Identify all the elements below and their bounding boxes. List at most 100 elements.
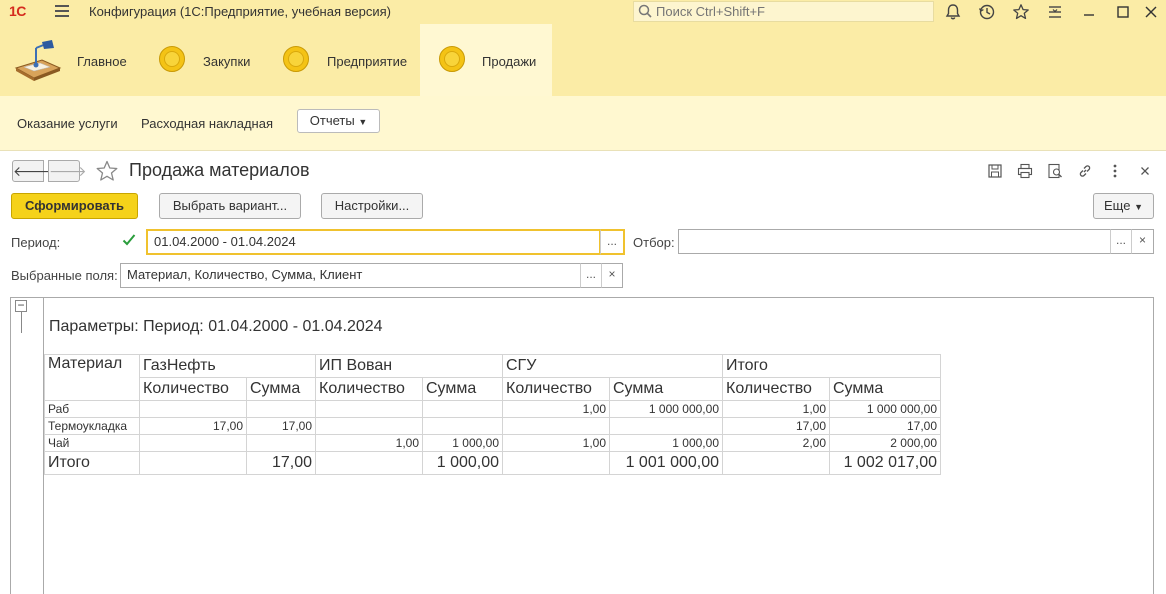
bell-icon[interactable] bbox=[944, 3, 962, 21]
cell: 17,00 bbox=[246, 417, 316, 435]
row-name: Раб bbox=[44, 400, 140, 418]
link-invoice[interactable]: Расходная накладная bbox=[141, 116, 273, 131]
settings-button[interactable]: Настройки... bbox=[321, 193, 423, 219]
preview-icon[interactable] bbox=[1047, 163, 1063, 179]
collapse-group-icon[interactable]: − bbox=[15, 299, 27, 312]
section-sales[interactable]: Продажи bbox=[420, 24, 552, 96]
back-button[interactable]: 🡐 bbox=[12, 160, 51, 182]
section-label-main: Главное bbox=[77, 54, 127, 69]
cell: 1,00 bbox=[722, 400, 830, 418]
subheader-sum: Сумма bbox=[609, 377, 723, 401]
desk-lamp-icon bbox=[14, 40, 62, 81]
section-main[interactable]: Главное bbox=[0, 24, 148, 96]
coin-icon bbox=[159, 46, 185, 72]
reports-dropdown[interactable]: Отчеты ▼ bbox=[297, 109, 380, 133]
maximize-icon[interactable] bbox=[1114, 3, 1132, 21]
subheader-quantity: Количество bbox=[502, 377, 610, 401]
chevron-down-icon: ▼ bbox=[358, 117, 368, 127]
cell: 17,00 bbox=[246, 451, 316, 475]
cell: 1 000,00 bbox=[422, 434, 503, 452]
filter-select-button[interactable]: ... bbox=[1110, 229, 1132, 254]
star-icon[interactable] bbox=[1012, 3, 1030, 21]
cell bbox=[502, 451, 610, 475]
period-label: Период: bbox=[11, 235, 61, 250]
header-material: Материал bbox=[44, 354, 140, 401]
chevron-down-icon: ▼ bbox=[1134, 202, 1143, 212]
selected-fields-field[interactable]: Материал, Количество, Сумма, Клиент bbox=[120, 263, 581, 288]
command-panel: Оказание услуги Расходная накладная Отче… bbox=[0, 96, 1166, 151]
filter-label: Отбор: bbox=[633, 235, 675, 250]
close-icon[interactable] bbox=[1142, 3, 1160, 21]
app-title: Конфигурация (1С:Предприятие, учебная ве… bbox=[89, 4, 391, 19]
cell bbox=[722, 451, 830, 475]
total-label: Итого bbox=[44, 451, 140, 475]
subheader-sum: Сумма bbox=[422, 377, 503, 401]
subheader-sum: Сумма bbox=[246, 377, 316, 401]
history-icon[interactable] bbox=[978, 3, 996, 21]
more-actions-icon[interactable] bbox=[1107, 163, 1123, 179]
favorite-star-icon[interactable] bbox=[95, 160, 119, 182]
cell: 17,00 bbox=[829, 417, 941, 435]
cell bbox=[139, 434, 247, 452]
cell: 1 001 000,00 bbox=[609, 451, 723, 475]
cell: 2,00 bbox=[722, 434, 830, 452]
settings-menu-icon[interactable] bbox=[1046, 3, 1064, 21]
cell: 1 002 017,00 bbox=[829, 451, 941, 475]
report-table: Материал ГазНефть ИП Вован СГУ Итого Кол… bbox=[44, 354, 941, 475]
fields-clear-button[interactable]: × bbox=[601, 263, 623, 288]
fields-select-button[interactable]: ... bbox=[580, 263, 602, 288]
more-label: Еще bbox=[1104, 198, 1131, 213]
print-icon[interactable] bbox=[1017, 163, 1033, 179]
subheader-quantity: Количество bbox=[139, 377, 247, 401]
section-label-purchases: Закупки bbox=[203, 54, 251, 69]
group-line bbox=[21, 312, 22, 333]
minimize-icon[interactable] bbox=[1080, 3, 1098, 21]
save-icon[interactable] bbox=[987, 163, 1003, 179]
reports-label: Отчеты bbox=[309, 113, 355, 128]
cell bbox=[315, 417, 423, 435]
subheader-quantity: Количество bbox=[315, 377, 423, 401]
section-label-enterprise: Предприятие bbox=[327, 54, 408, 69]
table-row: Раб 1,00 1 000 000,00 1,00 1 000 000,00 bbox=[44, 400, 941, 418]
search-input[interactable] bbox=[656, 3, 926, 19]
period-select-button[interactable]: ... bbox=[600, 229, 625, 255]
cell bbox=[246, 400, 316, 418]
page-title: Продажа материалов bbox=[129, 160, 310, 180]
section-label-sales: Продажи bbox=[482, 54, 537, 69]
link-service[interactable]: Оказание услуги bbox=[17, 116, 118, 131]
cell bbox=[139, 400, 247, 418]
row-name: Термоукладка bbox=[44, 417, 140, 435]
header-group: ГазНефть bbox=[139, 354, 316, 378]
sections-panel: Главное Закупки Предприятие Продажи bbox=[0, 24, 1166, 96]
cell bbox=[315, 451, 423, 475]
cell: 1,00 bbox=[315, 434, 423, 452]
filter-clear-button[interactable]: × bbox=[1131, 229, 1154, 254]
row-name: Чай bbox=[44, 434, 140, 452]
filter-field[interactable] bbox=[678, 229, 1111, 254]
period-checkbox[interactable] bbox=[121, 232, 137, 248]
cell: 1,00 bbox=[502, 400, 610, 418]
cell bbox=[609, 417, 723, 435]
cell bbox=[422, 417, 503, 435]
report-parameters: Параметры: Период: 01.04.2000 - 01.04.20… bbox=[49, 318, 383, 335]
close-form-icon[interactable] bbox=[1137, 163, 1153, 179]
cell: 1 000 000,00 bbox=[829, 400, 941, 418]
forward-button[interactable]: 🡒 bbox=[48, 160, 87, 182]
choose-variant-button[interactable]: Выбрать вариант... bbox=[159, 193, 301, 219]
cell bbox=[139, 451, 247, 475]
subheader-sum: Сумма bbox=[829, 377, 941, 401]
generate-button[interactable]: Сформировать bbox=[11, 193, 138, 219]
section-purchases[interactable]: Закупки bbox=[148, 24, 272, 96]
cell: 1,00 bbox=[502, 434, 610, 452]
cell bbox=[502, 417, 610, 435]
table-row: Термоукладка 17,00 17,00 17,00 17,00 bbox=[44, 417, 941, 435]
header-group: СГУ bbox=[502, 354, 723, 378]
subheader-quantity: Количество bbox=[722, 377, 830, 401]
more-button[interactable]: Еще ▼ bbox=[1093, 193, 1154, 219]
section-enterprise[interactable]: Предприятие bbox=[272, 24, 420, 96]
cell bbox=[246, 434, 316, 452]
link-icon[interactable] bbox=[1077, 163, 1093, 179]
main-menu-icon[interactable] bbox=[55, 5, 69, 20]
header-group: Итого bbox=[722, 354, 941, 378]
period-field[interactable]: 01.04.2000 - 01.04.2024 bbox=[146, 229, 601, 255]
